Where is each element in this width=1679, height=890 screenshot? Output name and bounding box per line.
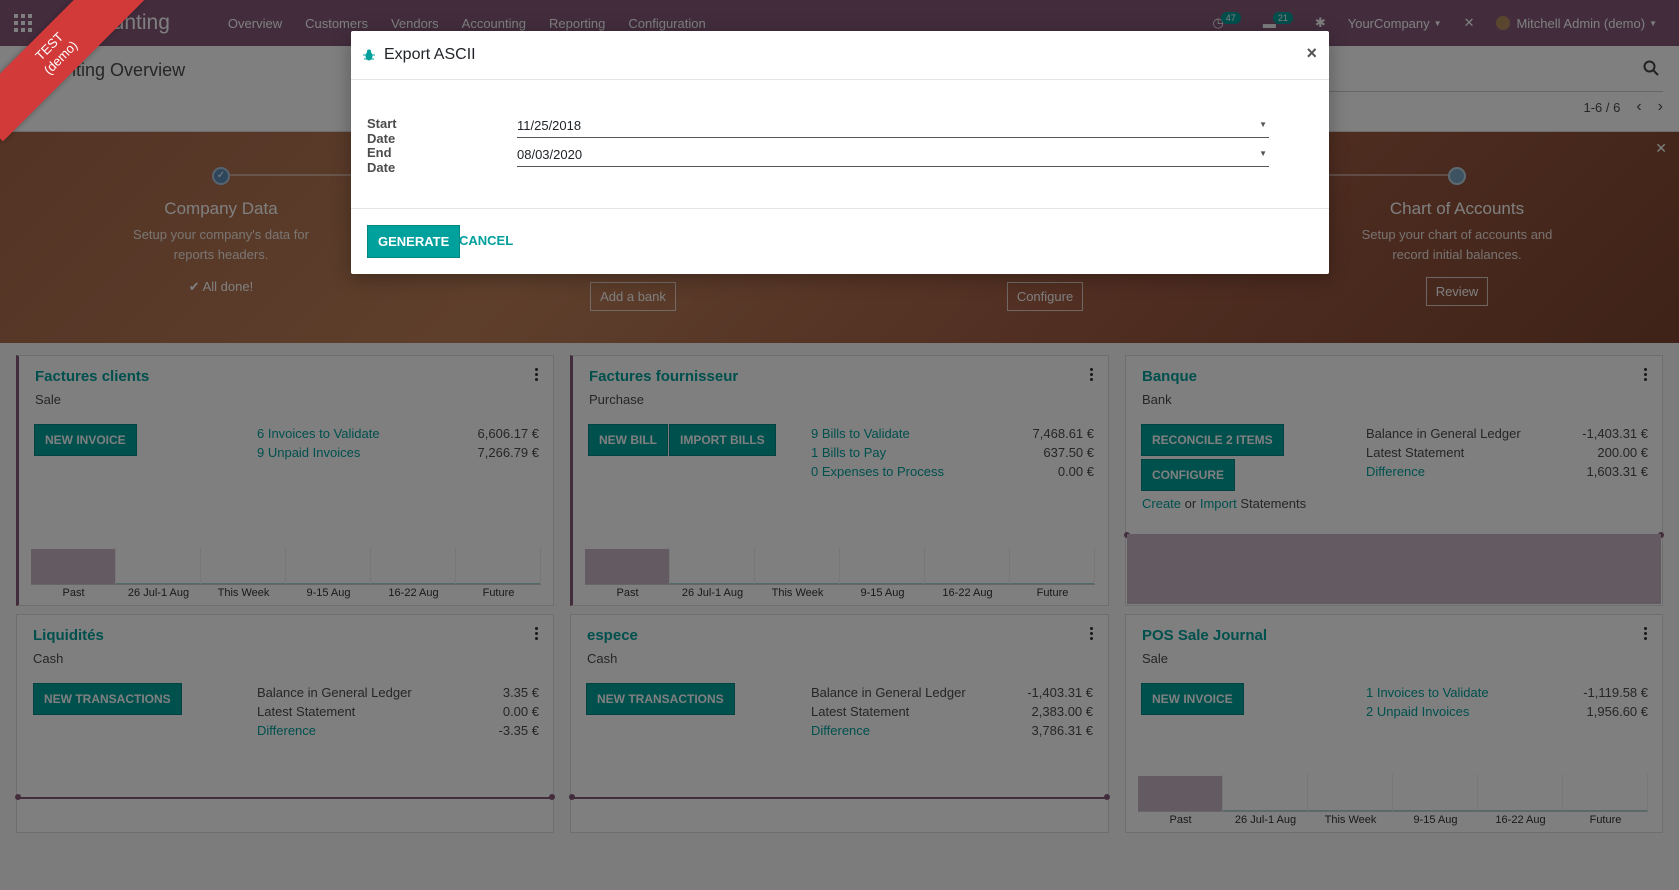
modal-body: Start Date 11/25/2018 ▼ End Date 08/03/2… [351, 80, 1329, 209]
export-ascii-dialog: Export ASCII × Start Date 11/25/2018 ▼ E… [351, 31, 1329, 274]
end-date-value: 08/03/2020 [517, 147, 583, 162]
bug-icon [363, 49, 375, 61]
generate-button[interactable]: GENERATE [367, 225, 461, 258]
modal-title: Export ASCII [384, 46, 476, 63]
cancel-button[interactable]: CANCEL [459, 233, 513, 248]
caret-down-icon: ▼ [1259, 149, 1267, 158]
start-date-value: 11/25/2018 [517, 118, 582, 133]
end-date-field[interactable]: 08/03/2020 ▼ [517, 145, 1269, 167]
caret-down-icon: ▼ [1259, 120, 1267, 129]
start-date-field[interactable]: 11/25/2018 ▼ [517, 116, 1269, 138]
modal-footer: GENERATE CANCEL [351, 209, 1329, 273]
end-date-label: End Date [367, 145, 396, 175]
close-icon[interactable]: × [1306, 43, 1317, 64]
start-date-label: Start Date [367, 116, 397, 146]
modal-header: Export ASCII × [351, 31, 1329, 80]
